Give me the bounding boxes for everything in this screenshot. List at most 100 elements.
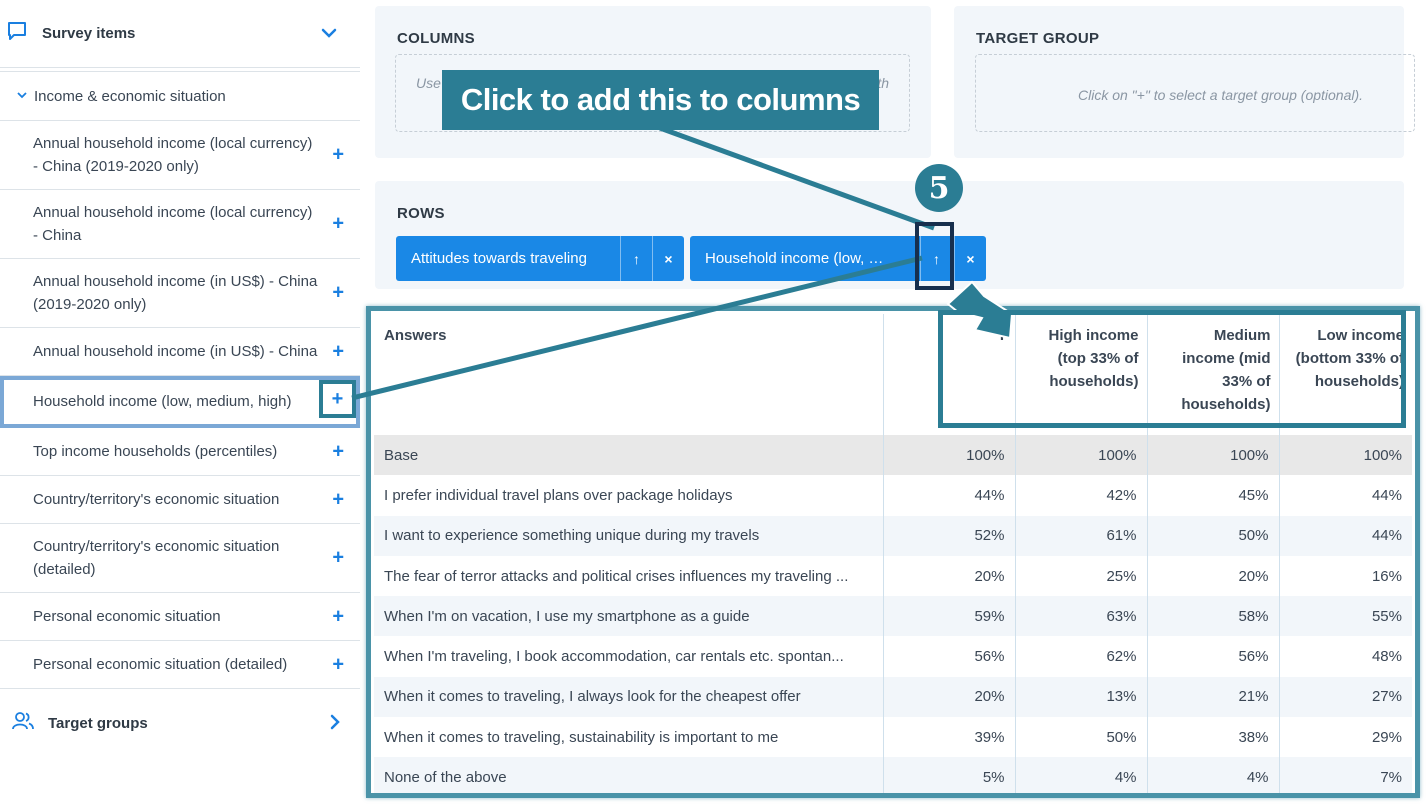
sidebar-item[interactable]: Annual household income (local currency)…	[0, 190, 360, 259]
table-row-base: Base 100% 100% 100% 100%	[374, 435, 1412, 476]
rows-title: ROWS	[397, 205, 445, 222]
survey-items-header[interactable]: Survey items	[0, 0, 360, 68]
value-cell: 13%	[1015, 676, 1148, 718]
value-cell: 100%	[883, 435, 1016, 476]
answer-cell: I prefer individual travel plans over pa…	[374, 475, 884, 516]
plus-icon[interactable]: +	[332, 282, 344, 305]
value-cell: 55%	[1279, 596, 1412, 637]
target-group-panel: TARGET GROUP Click on "+" to select a ta…	[954, 6, 1415, 158]
move-up-button[interactable]: ↑	[620, 236, 652, 281]
answer-cell: When I'm on vacation, I use my smartphon…	[374, 596, 884, 637]
plus-icon[interactable]: +	[319, 380, 356, 418]
column-header-answers: Answers	[374, 314, 884, 435]
sidebar-item[interactable]: Personal economic situation (detailed) +	[0, 641, 360, 689]
users-icon	[12, 711, 34, 735]
value-cell: 29%	[1371, 728, 1402, 746]
answer-cell: None of the above	[374, 757, 884, 793]
plus-icon[interactable]: +	[332, 213, 344, 236]
value-cell: 56%	[883, 636, 1016, 677]
chip-label: Attitudes towards traveling	[411, 250, 587, 267]
value-cell: 4%	[1015, 757, 1148, 793]
sidebar-item[interactable]: Personal economic situation +	[0, 593, 360, 641]
sidebar-item-label: Country/territory's economic situation	[33, 491, 280, 508]
plus-icon[interactable]: +	[332, 547, 344, 570]
answer-cell: I want to experience something unique du…	[374, 515, 884, 556]
sidebar-item-label: Annual household income (local currency)…	[33, 204, 313, 244]
value-cell: 48%	[1371, 648, 1402, 666]
plus-icon[interactable]: +	[332, 605, 344, 628]
section-title: Income & economic situation	[34, 87, 226, 105]
columns-placeholder-start: Use	[416, 75, 441, 91]
table-row: The fear of terror attacks and political…	[374, 555, 1412, 597]
value-cell: 21%	[1147, 676, 1280, 718]
highlight-move-up-box	[915, 222, 954, 290]
target-group-placeholder: Click on "+" to select a target group (o…	[1078, 87, 1364, 103]
highlight-income-columns-box	[938, 310, 1406, 428]
value-cell: 45%	[1147, 475, 1280, 516]
plus-icon[interactable]: +	[332, 144, 344, 167]
plus-icon[interactable]: +	[332, 340, 344, 363]
value-cell: 58%	[1147, 596, 1280, 637]
sidebar-item-household-income[interactable]: Household income (low, medium, high) +	[0, 376, 360, 428]
value-cell: 62%	[1015, 636, 1148, 677]
answer-cell: When I'm traveling, I book accommodation…	[374, 636, 884, 677]
step-number-badge: 5	[915, 164, 963, 212]
chip-label: Household income (low, …	[705, 250, 884, 267]
remove-button[interactable]: ×	[652, 236, 684, 281]
value-cell: 20%	[883, 676, 1016, 718]
table-row: I want to experience something unique du…	[374, 515, 1412, 556]
sidebar-item[interactable]: Annual household income (local currency)…	[0, 121, 360, 190]
target-groups-header[interactable]: Target groups	[0, 689, 360, 757]
sidebar-item-label: Annual household income (in US$) - China…	[33, 273, 318, 313]
sidebar-item-label: Personal economic situation	[33, 608, 221, 625]
value-cell: 20%	[1147, 555, 1280, 597]
value-cell: 16%	[1371, 567, 1402, 585]
sidebar-item[interactable]: Country/territory's economic situation (…	[0, 524, 360, 593]
row-chip-attitudes[interactable]: Attitudes towards traveling ↑ ×	[396, 236, 684, 281]
sidebar-item-label: Annual household income (in US$) - China	[33, 343, 318, 360]
answer-cell: When it comes to traveling, I always loo…	[374, 676, 884, 718]
sidebar-item[interactable]: Annual household income (in US$) - China…	[0, 328, 360, 376]
section-income-economic[interactable]: Income & economic situation	[0, 72, 360, 121]
answer-cell: Base	[374, 435, 884, 476]
value-cell: 25%	[1015, 555, 1148, 597]
value-cell: 5%	[883, 757, 1016, 793]
sidebar-item-label: Top income households (percentiles)	[33, 443, 278, 460]
sidebar-item[interactable]: Country/territory's economic situation +	[0, 476, 360, 524]
value-cell: 52%	[883, 515, 1016, 556]
value-cell: 100%	[1015, 435, 1148, 476]
remove-button[interactable]: ×	[954, 236, 986, 281]
sidebar-item[interactable]: Top income households (percentiles) +	[0, 428, 360, 476]
chevron-down-icon[interactable]	[320, 24, 338, 47]
plus-icon[interactable]: +	[332, 653, 344, 676]
table-row: When I'm on vacation, I use my smartphon…	[374, 596, 1412, 637]
sidebar-item-label: Annual household income (local currency)…	[33, 135, 313, 175]
sidebar: Survey items Income & economic situation…	[0, 0, 360, 806]
value-cell: 4%	[1147, 757, 1280, 793]
survey-items-title: Survey items	[42, 25, 136, 42]
value-cell: 39%	[883, 717, 1016, 758]
value-cell: 61%	[1015, 515, 1148, 556]
chevron-right-icon[interactable]	[328, 713, 342, 735]
plus-icon[interactable]: +	[332, 440, 344, 463]
target-group-title: TARGET GROUP	[976, 30, 1100, 47]
target-group-dropzone[interactable]: Click on "+" to select a target group (o…	[975, 54, 1415, 132]
sidebar-item-label: Country/territory's economic situation (…	[33, 538, 280, 578]
table-row: I prefer individual travel plans over pa…	[374, 475, 1412, 516]
table-row: When it comes to traveling, I always loo…	[374, 676, 1412, 718]
plus-icon[interactable]: +	[332, 488, 344, 511]
sidebar-item-label: Household income (low, medium, high)	[33, 393, 292, 410]
value-cell: 44%	[1371, 486, 1402, 504]
answer-cell: When it comes to traveling, sustainabili…	[374, 717, 884, 758]
columns-placeholder-end: th	[877, 75, 889, 91]
value-cell: 42%	[1015, 475, 1148, 516]
value-cell: 50%	[1015, 717, 1148, 758]
table-row: When it comes to traveling, sustainabili…	[374, 717, 1412, 758]
chevron-down-icon	[16, 88, 34, 105]
value-cell: 44%	[883, 475, 1016, 516]
value-cell: 56%	[1147, 636, 1280, 677]
target-groups-label: Target groups	[48, 714, 148, 732]
value-cell: 20%	[883, 555, 1016, 597]
value-cell: 100%	[1147, 435, 1280, 476]
sidebar-item[interactable]: Annual household income (in US$) - China…	[0, 259, 360, 328]
